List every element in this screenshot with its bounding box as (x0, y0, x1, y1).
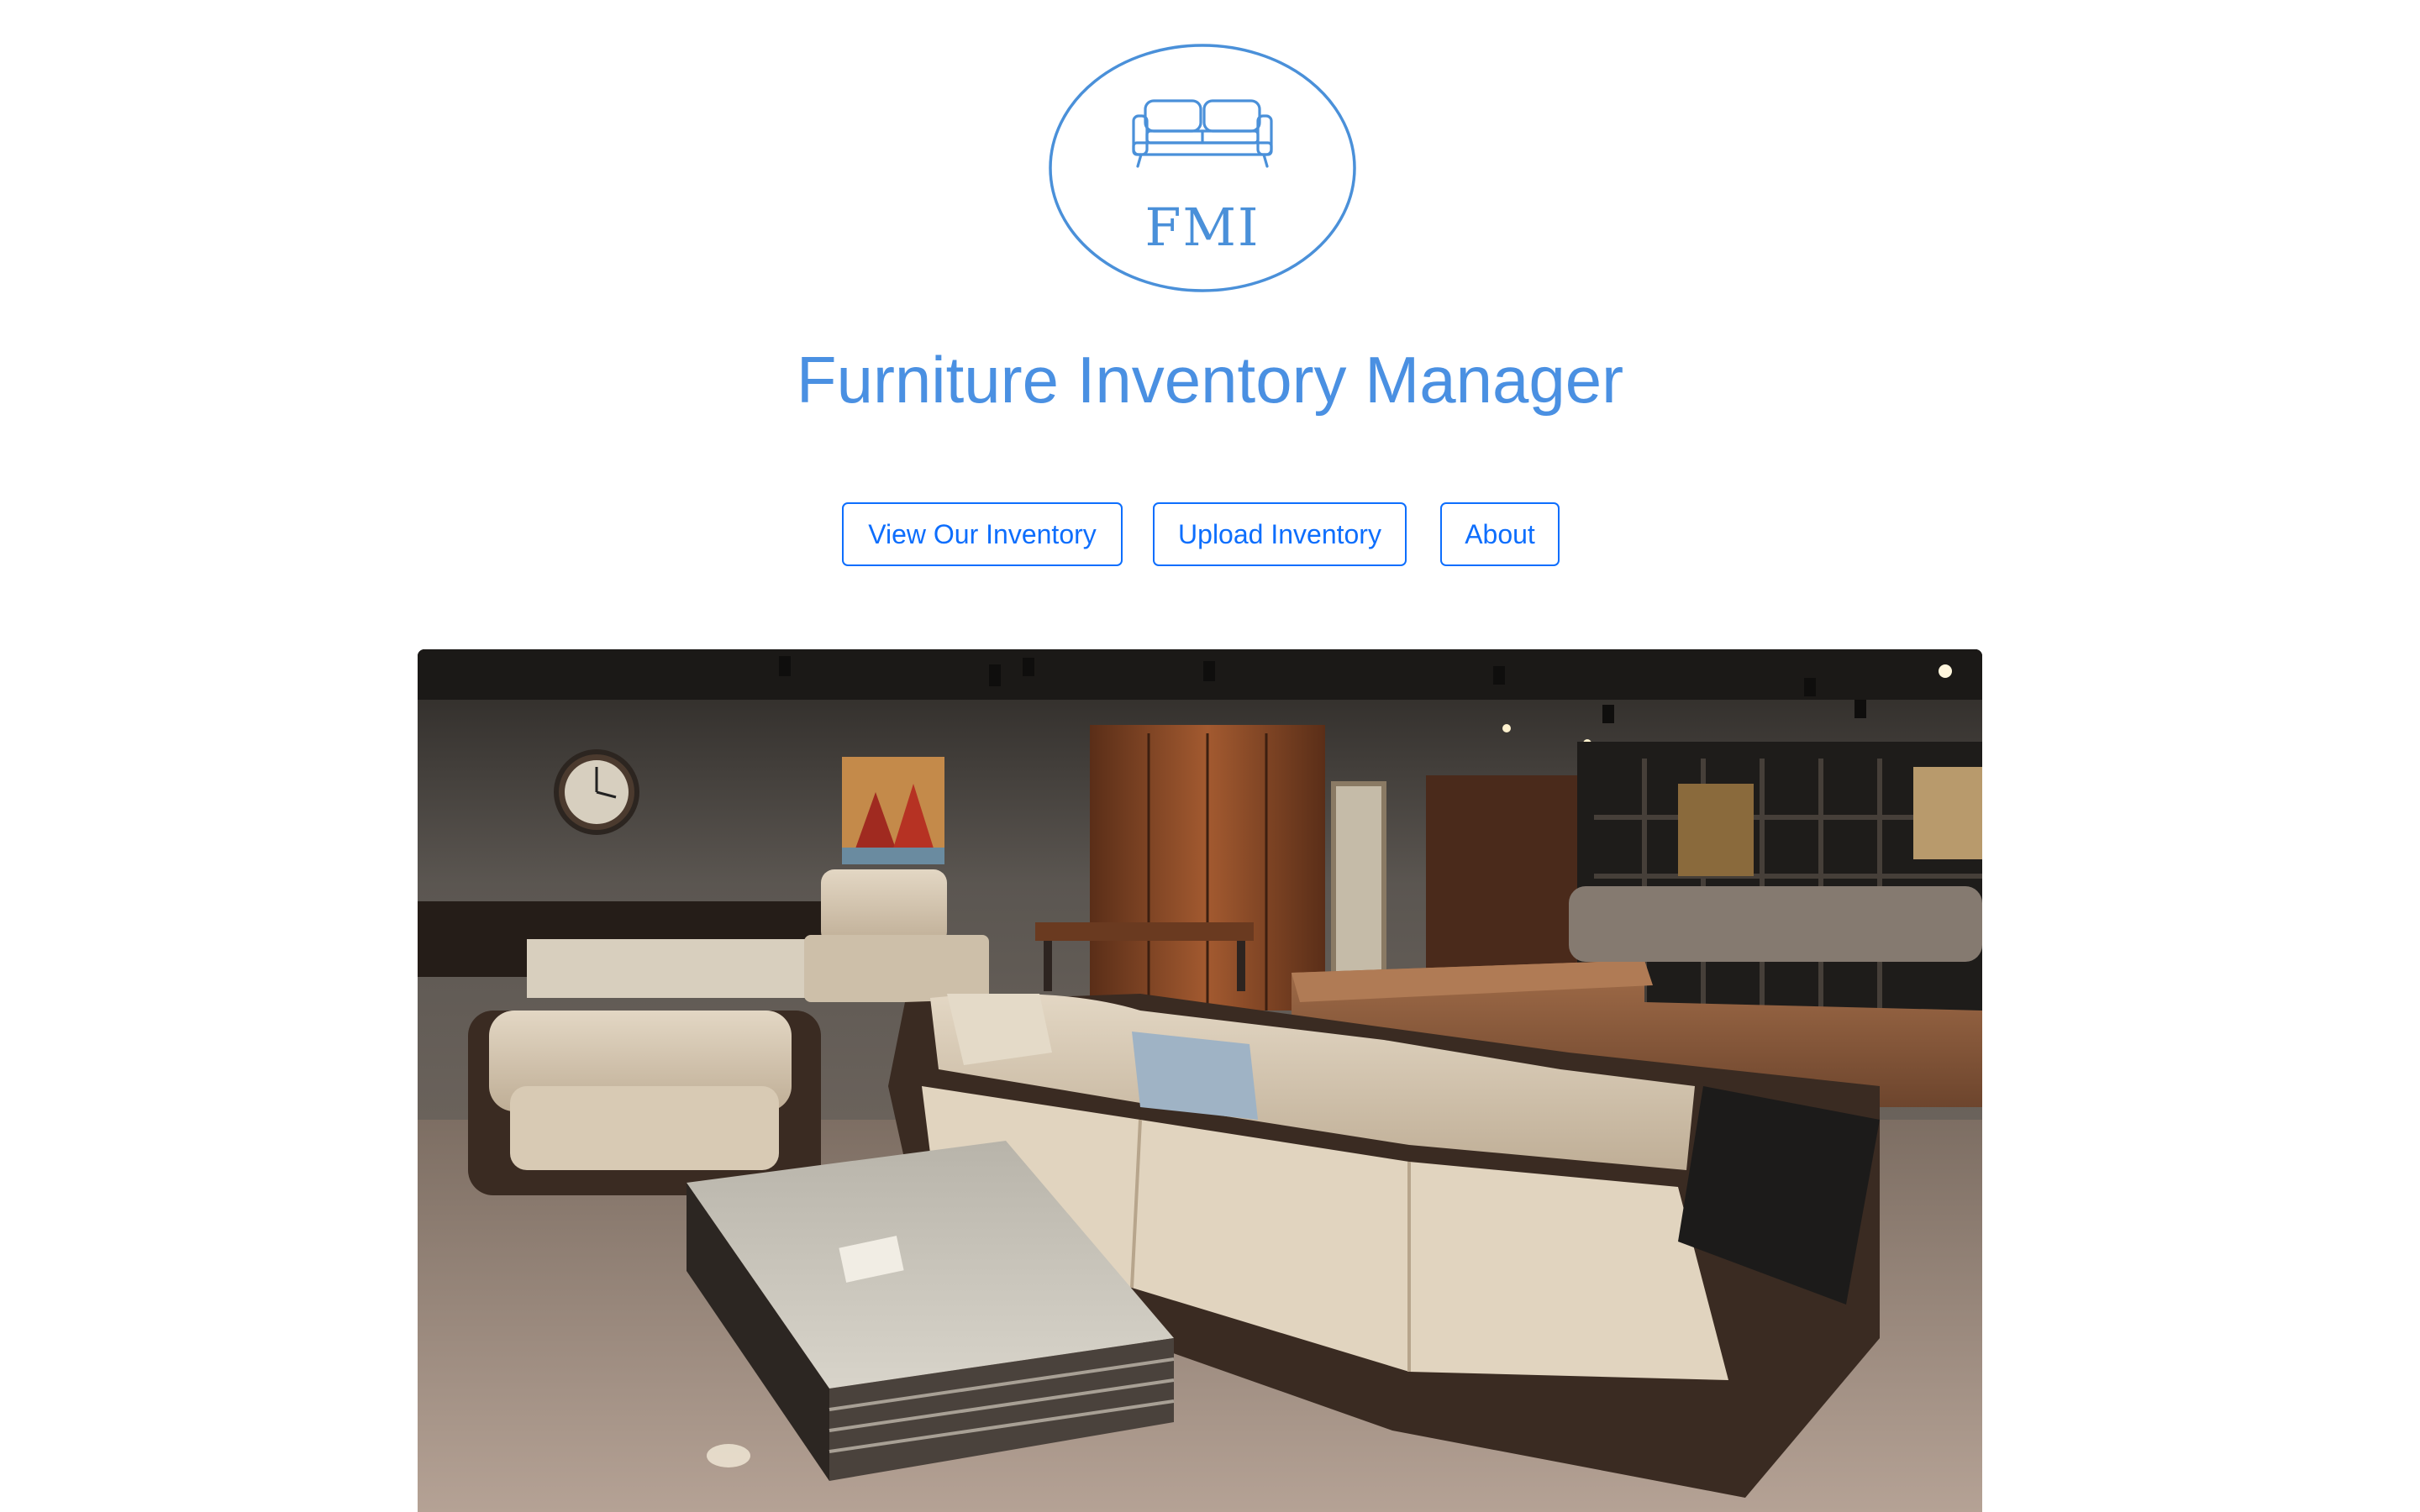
fmi-logo: FMI (1047, 42, 1358, 294)
showroom-photo (418, 649, 1982, 1512)
logo-graphic: FMI (1049, 44, 1356, 292)
page-title: Furniture Inventory Manager (796, 343, 1624, 417)
upload-inventory-button[interactable]: Upload Inventory (1153, 502, 1407, 566)
main-nav: View Our Inventory Upload Inventory Abou… (0, 502, 2420, 570)
page: FMI Furniture Inventory Manager View Our… (0, 0, 2420, 1512)
sofa-icon (1132, 99, 1273, 168)
logo-text: FMI (1145, 197, 1260, 258)
hero-image (418, 649, 1982, 1512)
view-inventory-button[interactable]: View Our Inventory (842, 502, 1123, 566)
about-button[interactable]: About (1440, 502, 1560, 566)
